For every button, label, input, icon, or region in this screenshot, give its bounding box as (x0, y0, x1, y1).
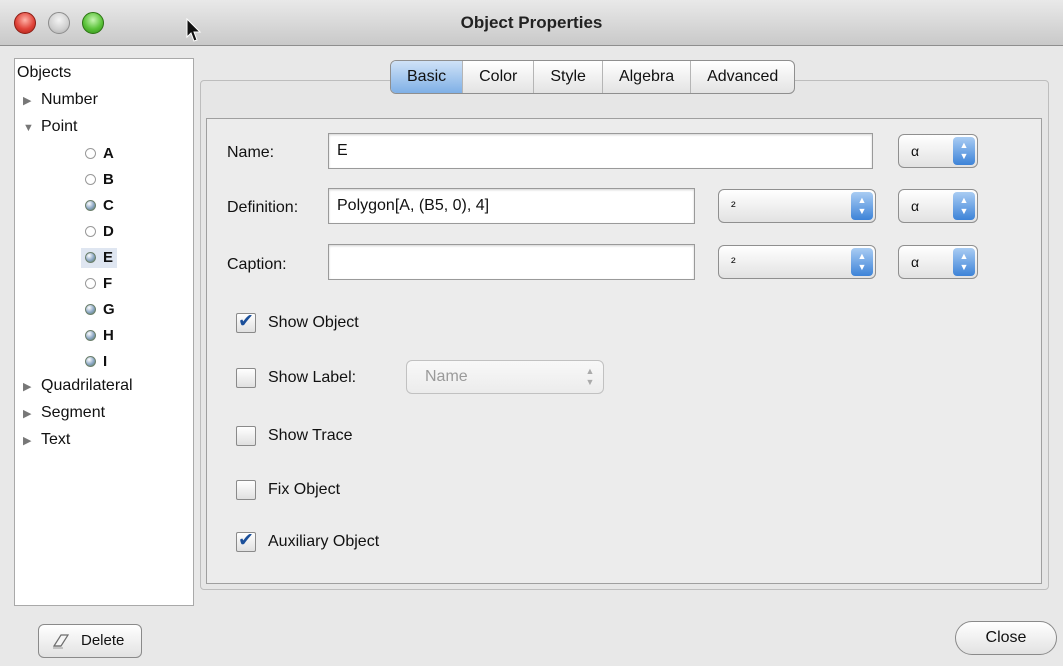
visible-point-icon[interactable] (85, 330, 96, 341)
tree-group-text[interactable]: ▶ Text (23, 430, 70, 451)
tree-item-point-g[interactable]: G (85, 300, 115, 320)
tree-item-point-e[interactable]: E (81, 248, 118, 268)
show-trace-checkbox[interactable] (236, 426, 256, 446)
caption-label: Caption: (227, 256, 287, 273)
popup-stepper-icon: ▲ ▼ (953, 248, 975, 276)
tab-basic[interactable]: Basic (391, 61, 464, 93)
tab-algebra[interactable]: Algebra (603, 61, 692, 93)
name-symbol-popup[interactable]: α ▲ ▼ (898, 134, 978, 168)
hidden-point-icon[interactable] (85, 278, 96, 289)
tree-root: Objects (17, 64, 72, 81)
tree-group-segment[interactable]: ▶ Segment (23, 403, 105, 424)
tree-item-point-a[interactable]: A (85, 144, 114, 164)
visible-point-icon[interactable] (85, 304, 96, 315)
popup-stepper-icon: ▲ ▼ (585, 366, 595, 387)
tab-bar: Basic Color Style Algebra Advanced (390, 60, 796, 94)
collapsed-arrow-icon[interactable]: ▶ (23, 91, 41, 111)
name-label: Name: (227, 144, 275, 161)
tree-group-quadrilateral[interactable]: ▶ Quadrilateral (23, 376, 133, 397)
caption-symbol-popup[interactable]: α ▲ ▼ (898, 245, 978, 279)
popup-stepper-icon: ▲ ▼ (851, 248, 873, 276)
tab-advanced[interactable]: Advanced (691, 61, 794, 93)
title-bar: Object Properties (0, 0, 1063, 46)
tree-group-number[interactable]: ▶ Number (23, 90, 98, 111)
hidden-point-icon[interactable] (85, 226, 96, 237)
eraser-icon (52, 634, 70, 649)
hidden-point-icon[interactable] (85, 148, 96, 159)
mouse-cursor-icon (186, 18, 202, 42)
object-tree[interactable]: Objects ▶ Number ▼ Point A B C D E F G H I… (14, 58, 194, 606)
close-button[interactable]: Close (955, 621, 1057, 655)
collapsed-arrow-icon[interactable]: ▶ (23, 377, 41, 397)
collapsed-arrow-icon[interactable]: ▶ (23, 431, 41, 451)
expanded-arrow-icon[interactable]: ▼ (23, 118, 41, 138)
definition-symbol-popup[interactable]: α ▲ ▼ (898, 189, 978, 223)
window-title: Object Properties (460, 13, 603, 32)
fix-object-checkbox[interactable] (236, 480, 256, 500)
visible-point-icon[interactable] (85, 252, 96, 263)
tab-color[interactable]: Color (463, 61, 535, 93)
definition-label: Definition: (227, 199, 299, 216)
visible-point-icon[interactable] (85, 200, 96, 211)
popup-stepper-icon: ▲ ▼ (953, 192, 975, 220)
definition-superscript-popup[interactable]: ² ▲ ▼ (718, 189, 876, 223)
show-label-checkbox[interactable] (236, 368, 256, 388)
show-object-checkbox[interactable] (236, 310, 256, 333)
tree-item-point-f[interactable]: F (85, 274, 112, 294)
collapsed-arrow-icon[interactable]: ▶ (23, 404, 41, 424)
auxiliary-object-label: Auxiliary Object (268, 533, 380, 550)
popup-stepper-icon: ▲ ▼ (953, 137, 975, 165)
hidden-point-icon[interactable] (85, 174, 96, 185)
tree-item-point-i[interactable]: I (85, 352, 107, 372)
auxiliary-object-checkbox[interactable] (236, 529, 256, 552)
show-label-label: Show Label: (268, 369, 357, 386)
fix-object-label: Fix Object (268, 481, 341, 498)
tab-style[interactable]: Style (534, 61, 603, 93)
tree-item-point-h[interactable]: H (85, 326, 114, 346)
label-mode-popup[interactable]: Name ▲ ▼ (406, 360, 604, 394)
caption-superscript-popup[interactable]: ² ▲ ▼ (718, 245, 876, 279)
show-object-label: Show Object (268, 314, 359, 331)
tree-item-point-c[interactable]: C (85, 196, 114, 216)
delete-button[interactable]: Delete (38, 624, 142, 658)
tree-item-point-b[interactable]: B (85, 170, 114, 190)
visible-point-icon[interactable] (85, 356, 96, 367)
caption-input[interactable] (328, 244, 695, 280)
tree-group-point[interactable]: ▼ Point (23, 117, 77, 138)
show-trace-label: Show Trace (268, 427, 353, 444)
definition-input[interactable]: Polygon[A, (B5, 0), 4] (328, 188, 695, 224)
tree-item-point-d[interactable]: D (85, 222, 114, 242)
name-input[interactable]: E (328, 133, 873, 169)
popup-stepper-icon: ▲ ▼ (851, 192, 873, 220)
